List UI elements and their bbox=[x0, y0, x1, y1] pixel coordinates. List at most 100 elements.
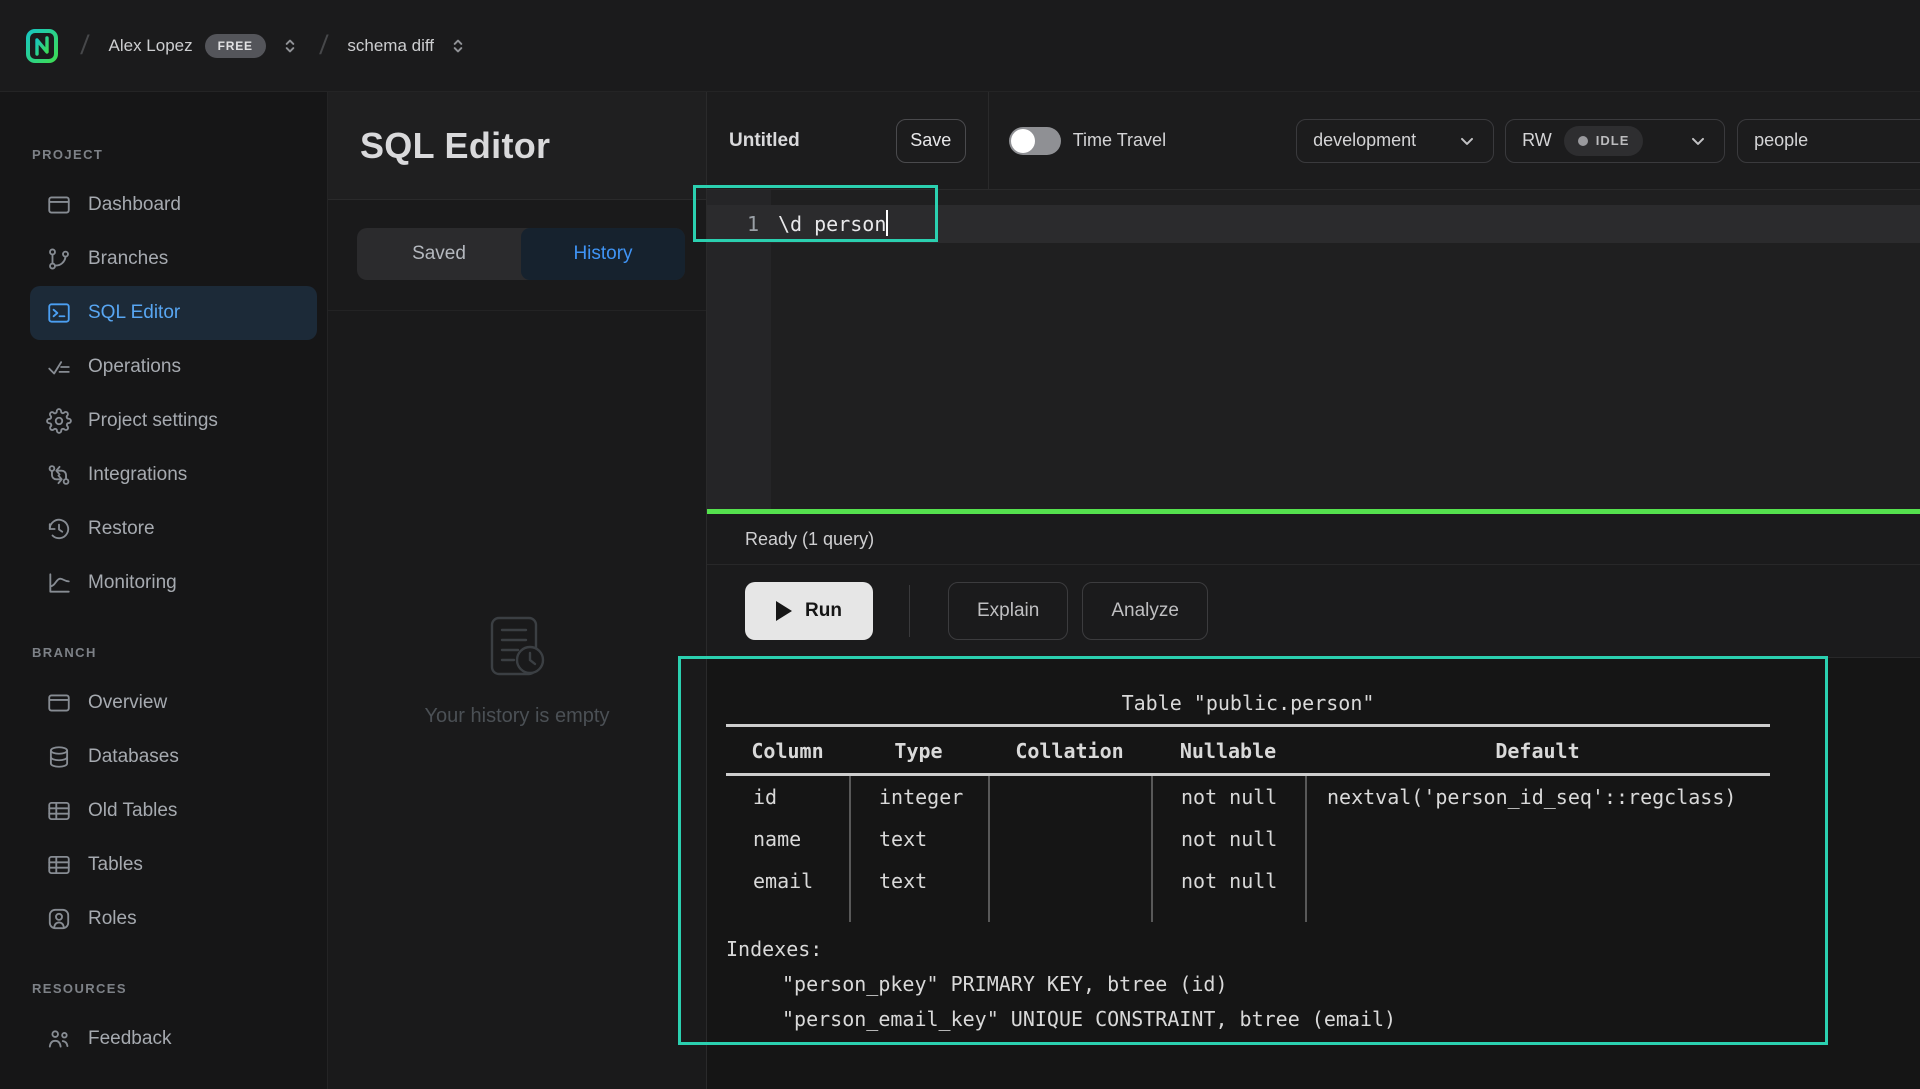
cell-type: text bbox=[849, 818, 988, 860]
sidebar-item-integrations[interactable]: Integrations bbox=[30, 448, 317, 502]
compute-status-badge: IDLE bbox=[1564, 126, 1644, 156]
cell-default bbox=[1305, 860, 1770, 902]
cell-type: integer bbox=[849, 776, 988, 818]
analyze-button[interactable]: Analyze bbox=[1082, 582, 1208, 640]
status-dot-icon bbox=[1578, 136, 1588, 146]
column-header: Default bbox=[1305, 727, 1770, 776]
database-select[interactable]: people bbox=[1737, 119, 1920, 163]
neon-logo-icon[interactable] bbox=[25, 25, 61, 67]
page-title: SQL Editor bbox=[360, 125, 550, 167]
column-header: Collation bbox=[988, 727, 1151, 776]
sql-code-editor[interactable]: 1 \d person bbox=[707, 190, 1920, 509]
index-entry: "person_pkey" PRIMARY KEY, btree (id) bbox=[726, 967, 1770, 1002]
sidebar-item-tables[interactable]: Tables bbox=[30, 838, 317, 892]
table-spacer bbox=[988, 902, 1151, 922]
database-icon bbox=[46, 744, 72, 770]
window-icon bbox=[46, 690, 72, 716]
chevron-down-icon bbox=[1457, 131, 1477, 151]
org-switcher-unfold-icon[interactable] bbox=[280, 36, 300, 56]
cell-default: nextval('person_id_seq'::regclass) bbox=[1305, 776, 1770, 818]
status-text: Ready (1 query) bbox=[745, 529, 874, 550]
sidebar-item-label: Restore bbox=[88, 518, 155, 540]
sql-editor-icon bbox=[46, 300, 72, 326]
table-spacer bbox=[1305, 902, 1770, 922]
sidebar-item-databases[interactable]: Databases bbox=[30, 730, 317, 784]
save-button[interactable]: Save bbox=[896, 119, 966, 163]
tab-history[interactable]: History bbox=[521, 228, 685, 280]
text-cursor bbox=[886, 210, 888, 236]
top-nav: / Alex Lopez FREE / schema diff bbox=[0, 0, 1920, 92]
compute-mode: RW bbox=[1522, 130, 1552, 151]
branch-select[interactable]: development bbox=[1296, 119, 1494, 163]
breadcrumb-project-name[interactable]: schema diff bbox=[347, 36, 434, 56]
sidebar-section-label: RESOURCES bbox=[0, 974, 327, 1004]
sidebar-item-label: Operations bbox=[88, 356, 181, 378]
sidebar-item-monitoring[interactable]: Monitoring bbox=[30, 556, 317, 610]
sidebar-item-label: Integrations bbox=[88, 464, 187, 486]
project-switcher-unfold-icon[interactable] bbox=[448, 36, 468, 56]
integrations-icon bbox=[46, 462, 72, 488]
checklist-icon bbox=[46, 354, 72, 380]
run-button-label: Run bbox=[805, 600, 842, 622]
cell-nullable: not null bbox=[1151, 860, 1305, 902]
result-table-title: Table "public.person" bbox=[726, 682, 1770, 724]
sidebar-item-label: Feedback bbox=[88, 1028, 171, 1050]
editor-toolbar: Untitled Save Time Travel development RW… bbox=[707, 92, 1920, 190]
index-entry: "person_email_key" UNIQUE CONSTRAINT, bt… bbox=[726, 1002, 1770, 1037]
breadcrumb-org-name[interactable]: Alex Lopez bbox=[109, 36, 193, 56]
cell-collation bbox=[988, 860, 1151, 902]
sidebar-section-label: BRANCH bbox=[0, 638, 327, 668]
active-line-highlight bbox=[707, 205, 1920, 243]
query-title[interactable]: Untitled bbox=[729, 130, 800, 152]
sidebar-item-project-settings[interactable]: Project settings bbox=[30, 394, 317, 448]
sidebar-item-roles[interactable]: Roles bbox=[30, 892, 317, 946]
sidebar-section-project: PROJECT Dashboard Branches SQL Editor bbox=[0, 140, 327, 610]
tab-saved[interactable]: Saved bbox=[357, 228, 521, 280]
sidebar-item-label: SQL Editor bbox=[88, 302, 180, 324]
play-icon bbox=[776, 601, 792, 621]
app-window: / Alex Lopez FREE / schema diff PROJECT … bbox=[0, 0, 1920, 1089]
compute-select[interactable]: RW IDLE bbox=[1505, 119, 1725, 163]
indexes-section: Indexes: "person_pkey" PRIMARY KEY, btre… bbox=[726, 932, 1770, 1037]
users-icon bbox=[46, 1026, 72, 1052]
editor-panel: Untitled Save Time Travel development RW… bbox=[707, 92, 1920, 1089]
branch-select-value: development bbox=[1313, 130, 1416, 151]
cell-default bbox=[1305, 818, 1770, 860]
column-header: Column bbox=[726, 727, 849, 776]
code-line[interactable]: \d person bbox=[778, 205, 888, 243]
sidebar-item-feedback[interactable]: Feedback bbox=[30, 1012, 317, 1066]
sidebar-item-sql-editor[interactable]: SQL Editor bbox=[30, 286, 317, 340]
code-text: \d person bbox=[778, 212, 886, 236]
chevron-down-icon bbox=[1688, 131, 1708, 151]
divider bbox=[328, 310, 706, 311]
empty-history-icon bbox=[484, 612, 550, 691]
sidebar-item-overview[interactable]: Overview bbox=[30, 676, 317, 730]
sidebar-section-resources: RESOURCES Feedback bbox=[0, 974, 327, 1066]
cell-collation bbox=[988, 776, 1151, 818]
table-icon bbox=[46, 798, 72, 824]
sidebar-item-operations[interactable]: Operations bbox=[30, 340, 317, 394]
sidebar-item-branches[interactable]: Branches bbox=[30, 232, 317, 286]
git-branch-icon bbox=[46, 246, 72, 272]
cell-column: name bbox=[726, 818, 849, 860]
explain-button[interactable]: Explain bbox=[948, 582, 1068, 640]
indexes-title: Indexes: bbox=[726, 932, 1770, 967]
breadcrumb-separator: / bbox=[318, 30, 329, 61]
table-spacer bbox=[849, 902, 988, 922]
query-results-panel[interactable]: Table "public.person" Column Type Collat… bbox=[707, 658, 1920, 1089]
sidebar-item-restore[interactable]: Restore bbox=[30, 502, 317, 556]
run-button[interactable]: Run bbox=[745, 582, 873, 640]
sidebar-item-old-tables[interactable]: Old Tables bbox=[30, 784, 317, 838]
time-travel-toggle[interactable] bbox=[1009, 127, 1061, 155]
sidebar-item-label: Overview bbox=[88, 692, 167, 714]
gear-icon bbox=[46, 408, 72, 434]
sidebar-section-label: PROJECT bbox=[0, 140, 327, 170]
plan-badge: FREE bbox=[205, 34, 266, 58]
cell-collation bbox=[988, 818, 1151, 860]
result-table: Column Type Collation Nullable Default i… bbox=[726, 724, 1770, 922]
psql-output: Table "public.person" Column Type Collat… bbox=[726, 682, 1770, 1037]
cell-nullable: not null bbox=[1151, 818, 1305, 860]
table-spacer bbox=[726, 902, 849, 922]
panel-header: SQL Editor bbox=[328, 92, 706, 200]
sidebar-item-dashboard[interactable]: Dashboard bbox=[30, 178, 317, 232]
